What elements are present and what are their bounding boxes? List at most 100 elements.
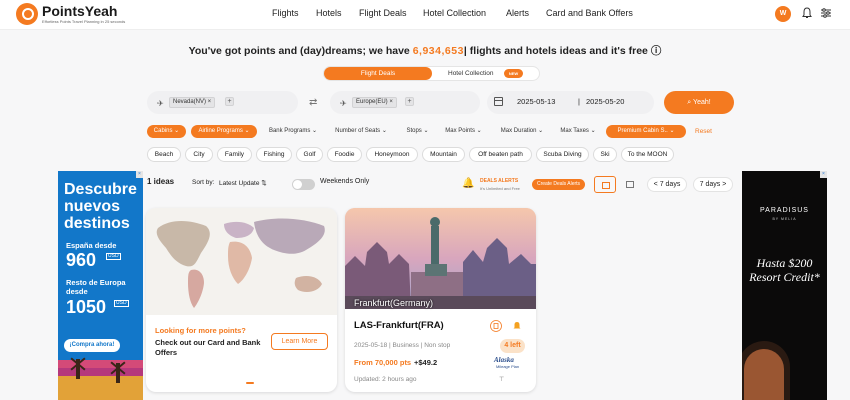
- ad-left[interactable]: × Descubre nuevos destinos España desde …: [58, 171, 143, 400]
- ad-close-icon[interactable]: ×: [136, 171, 143, 178]
- sort-dropdown[interactable]: Latest Update ⇅: [219, 179, 267, 187]
- swap-icon[interactable]: ⇄: [309, 97, 317, 108]
- reset-filters-link[interactable]: Reset: [695, 125, 712, 138]
- tag-scuba-diving[interactable]: Scuba Diving: [536, 147, 589, 162]
- brand-name[interactable]: PointsYeah: [42, 3, 117, 19]
- origin-chip[interactable]: Nevada(NV) ×: [169, 97, 216, 108]
- promo-card[interactable]: Looking for more points? Check out our C…: [146, 208, 337, 392]
- tag-family[interactable]: Family: [217, 147, 252, 162]
- seats-left-badge: 4 left: [500, 339, 525, 353]
- landing-icon: ✈: [340, 99, 347, 108]
- route-title[interactable]: LAS-Frankfurt(FRA): [354, 320, 444, 331]
- ad-close-icon[interactable]: ×: [820, 171, 827, 178]
- tag-mountain[interactable]: Mountain: [422, 147, 465, 162]
- alert-bell-icon[interactable]: [511, 320, 523, 332]
- tag-ski[interactable]: Ski: [593, 147, 617, 162]
- filter-cabins[interactable]: Cabins ⌄: [147, 125, 186, 138]
- tulip-field: [58, 360, 143, 400]
- tab-hotel-collection[interactable]: Hotel Collection: [448, 67, 494, 80]
- ad-left-currency2: USD: [114, 300, 129, 307]
- destination-caption: Frankfurt(Germany): [354, 298, 434, 308]
- airline-program: Mileage Plan: [496, 364, 520, 369]
- deal-points: From 70,000 pts: [354, 358, 412, 367]
- filter-max-taxes[interactable]: Max Taxes ⌄: [555, 125, 601, 138]
- alerts-subtitle: It's Unlimited and Free: [480, 186, 520, 191]
- tag-off-beaten-path[interactable]: Off beaten path: [469, 147, 532, 162]
- add-origin-button[interactable]: +: [225, 97, 234, 106]
- updated-time: Updated: 2 hours ago: [354, 376, 417, 383]
- deal-taxes: +$49.2: [414, 358, 438, 367]
- frankfurt-photo: [345, 208, 536, 309]
- settings-sliders-icon[interactable]: [820, 7, 832, 19]
- date-separator: |: [578, 97, 580, 106]
- tag-foodie[interactable]: Foodie: [327, 147, 362, 162]
- filter-bank-programs[interactable]: Bank Programs ⌄: [263, 125, 323, 138]
- airline-logo: Alaska: [494, 356, 514, 364]
- tab-flight-deals[interactable]: Flight Deals: [324, 67, 432, 80]
- results-count: 1 ideas: [147, 177, 175, 186]
- next-7-days-button[interactable]: 7 days >: [693, 177, 733, 192]
- new-badge: NEW: [504, 69, 523, 78]
- filter-max-points[interactable]: Max Points ⌄: [440, 125, 487, 138]
- origin-field[interactable]: ✈ Nevada(NV) × +: [147, 91, 298, 114]
- destination-chip[interactable]: Europe(EU) ×: [352, 97, 397, 108]
- grid-view-button[interactable]: [594, 176, 616, 193]
- headline-after: flights and hotels ideas and it's free: [469, 45, 648, 57]
- user-avatar[interactable]: W: [775, 6, 791, 22]
- tag-city[interactable]: City: [185, 147, 213, 162]
- date-range-field[interactable]: [487, 91, 654, 114]
- tag-honeymoon[interactable]: Honeymoon: [366, 147, 418, 162]
- gallery-view-button[interactable]: [619, 176, 641, 193]
- filter-premium-cabin[interactable]: Premium Cabin S.. ⌄: [606, 125, 686, 138]
- search-button[interactable]: ⌕ Yeah!: [664, 91, 734, 114]
- destination-field[interactable]: ✈ Europe(EU) × +: [330, 91, 480, 114]
- filter-number-of-seats[interactable]: Number of Seats ⌄: [329, 125, 393, 138]
- tag-golf[interactable]: Golf: [296, 147, 323, 162]
- carousel-indicator: [246, 382, 254, 384]
- ad-right-sub: BY MELIA: [772, 217, 797, 221]
- alert-bell-icon: 🔔: [462, 178, 475, 189]
- nav-flight-deals[interactable]: Flight Deals: [359, 8, 407, 18]
- nav-flights[interactable]: Flights: [272, 8, 299, 18]
- ad-left-price2: 1050: [66, 297, 107, 317]
- top-nav: PointsYeah Effortless Points Travel Plan…: [0, 0, 850, 30]
- headline: You've got points and (day)dreams; we ha…: [188, 45, 662, 57]
- tag-fishing[interactable]: Fishing: [256, 147, 292, 162]
- building-icon[interactable]: [490, 320, 502, 332]
- add-destination-button[interactable]: +: [405, 97, 414, 106]
- tag-to-the-moon[interactable]: To the MOON: [621, 147, 674, 162]
- learn-more-button[interactable]: Learn More: [271, 333, 328, 350]
- prev-7-days-button[interactable]: < 7 days: [647, 177, 687, 192]
- world-map-image: [146, 208, 337, 315]
- weekends-toggle[interactable]: [292, 179, 315, 190]
- brand-tagline: Effortless Points Travel Planning in 25 …: [42, 19, 126, 24]
- weekends-label: Weekends Only: [320, 178, 370, 185]
- filter-max-duration[interactable]: Max Duration ⌄: [494, 125, 550, 138]
- filter-airline-programs[interactable]: Airline Programs ⌄: [191, 125, 257, 138]
- deal-card[interactable]: Frankfurt(Germany) LAS-Frankfurt(FRA) 20…: [345, 208, 536, 392]
- start-date[interactable]: 2025-05-13: [517, 97, 555, 106]
- nav-alerts[interactable]: Alerts: [506, 8, 529, 18]
- nav-card-bank-offers[interactable]: Card and Bank Offers: [546, 8, 633, 18]
- nav-hotels[interactable]: Hotels: [316, 8, 342, 18]
- ad-left-cta[interactable]: ¡Compra ahora!: [64, 339, 120, 352]
- bell-icon[interactable]: [801, 7, 813, 19]
- promo-text: Check out our Card and Bank Offers: [155, 338, 261, 357]
- end-date[interactable]: 2025-05-20: [586, 97, 624, 106]
- ad-left-title: Descubre nuevos destinos: [64, 181, 137, 232]
- create-alerts-button[interactable]: Create Deals Alerts: [532, 179, 585, 190]
- ad-right-person: [744, 349, 784, 400]
- pin-icon[interactable]: ⊤: [499, 376, 504, 383]
- mode-toggle: Flight Deals Hotel Collection NEW: [323, 66, 540, 81]
- ad-right[interactable]: × PARADISUS BY MELIA Hasta $200 Resort C…: [742, 171, 827, 400]
- tag-beach[interactable]: Beach: [147, 147, 181, 162]
- filter-stops[interactable]: Stops ⌄: [400, 125, 435, 138]
- nav-hotel-collection[interactable]: Hotel Collection: [423, 8, 486, 18]
- logo-icon[interactable]: [16, 3, 38, 25]
- calendar-icon: [494, 97, 503, 106]
- deals-alerts-banner: 🔔 DEALS ALERTS It's Unlimited and Free C…: [456, 175, 588, 195]
- promo-question: Looking for more points?: [155, 326, 246, 335]
- headline-before: You've got points and (day)dreams; we ha…: [188, 45, 410, 57]
- info-icon[interactable]: ⓘ: [651, 45, 662, 57]
- deal-meta: 2025-05-18 | Business | Non stop: [354, 342, 451, 349]
